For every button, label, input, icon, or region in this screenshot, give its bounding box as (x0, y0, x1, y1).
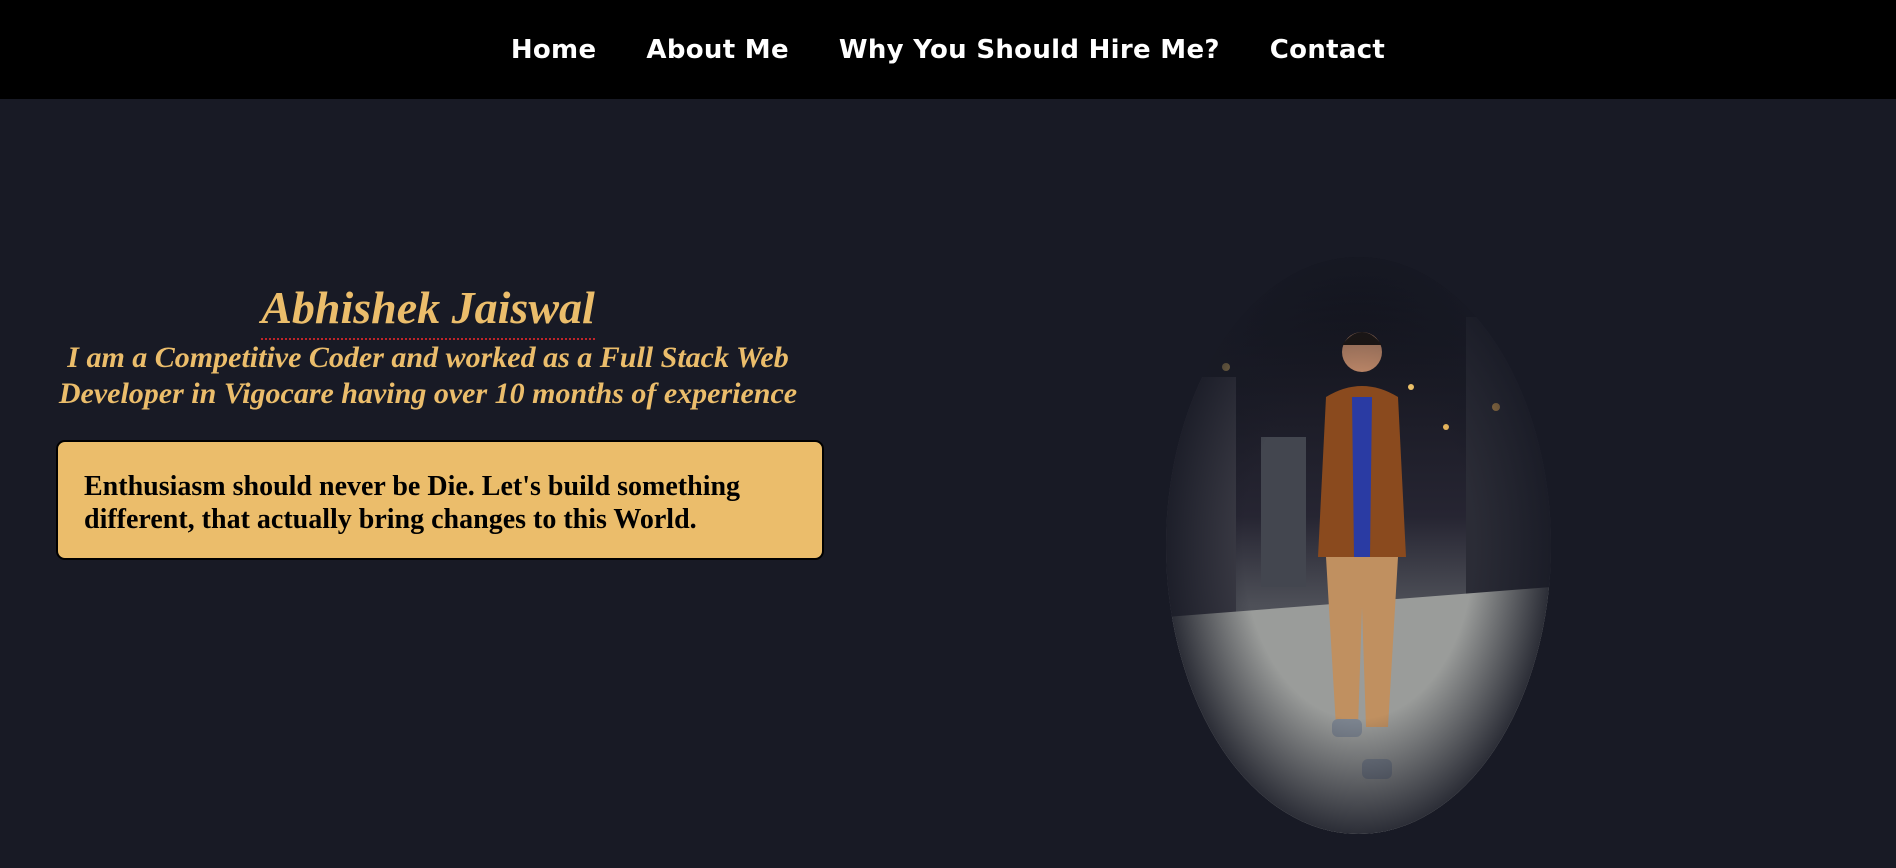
nav-about-link[interactable]: About Me (646, 35, 789, 65)
profile-photo (1166, 257, 1551, 834)
profile-photo-illustration (1166, 257, 1551, 834)
nav-contact-link[interactable]: Contact (1270, 35, 1385, 65)
hero-intro: Abhishek Jaiswal I am a Competitive Code… (0, 280, 856, 412)
nav-home-link[interactable]: Home (511, 35, 597, 65)
nav-hire-link[interactable]: Why You Should Hire Me? (839, 35, 1220, 65)
top-navbar: Home About Me Why You Should Hire Me? Co… (0, 0, 1896, 99)
quote-box: Enthusiasm should never be Die. Let's bu… (56, 440, 824, 560)
quote-text: Enthusiasm should never be Die. Let's bu… (84, 471, 741, 535)
hero-subtitle: I am a Competitive Coder and worked as a… (58, 341, 798, 410)
hero-name: Abhishek Jaiswal (261, 280, 595, 340)
